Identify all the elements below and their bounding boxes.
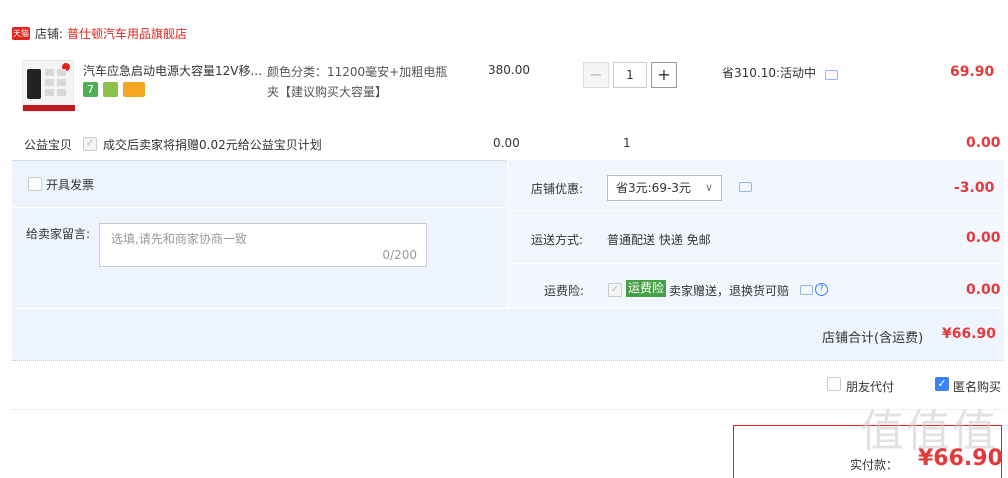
shipping-method: 普通配送 快递 免邮 <box>607 233 711 247</box>
help-icon[interactable]: ? <box>815 283 828 296</box>
promotion-text: 省310.10:活动中 <box>722 66 817 80</box>
credit-card-icon <box>123 82 145 97</box>
charity-text: 成交后卖家将捐赠0.02元给公益宝贝计划 <box>103 138 322 152</box>
payment-label: 实付款： <box>850 458 899 472</box>
sku-info: 颜色分类：11200毫安+加粗电瓶 夹【建议购买大容量】 <box>267 65 448 99</box>
store-total-label: 店铺合计(含运费) <box>822 331 924 346</box>
insurance-checkbox: ✓ <box>608 283 622 297</box>
divider <box>507 210 1004 211</box>
charity-checkbox: ✓ <box>83 137 97 151</box>
divider <box>12 207 507 208</box>
divider <box>12 409 1004 410</box>
friend-pay-checkbox[interactable] <box>827 377 841 391</box>
shipping-amount: 0.00 <box>966 230 1001 246</box>
friend-pay-label: 朋友代付 <box>846 380 895 394</box>
invoice-checkbox[interactable] <box>28 177 42 191</box>
charity-qty: 1 <box>623 136 631 150</box>
guarantee-icon <box>103 82 118 97</box>
product-thumbnail[interactable] <box>22 60 75 112</box>
payment-amount: ¥66.90 <box>918 446 1003 471</box>
insurance-amount: 0.00 <box>966 282 1001 298</box>
charity-label: 公益宝贝 <box>24 138 73 152</box>
divider <box>12 308 1004 309</box>
store-total-amount: ¥66.90 <box>942 326 997 342</box>
memo-textarea[interactable]: 选填,请先和商家协商一致 0/200 <box>99 223 427 267</box>
memo-label: 给卖家留言: <box>26 227 91 241</box>
chevron-down-icon: ∨ <box>704 181 713 194</box>
divider <box>12 360 1004 361</box>
chat-icon[interactable] <box>739 182 752 192</box>
divider <box>507 263 1004 264</box>
product-title-link[interactable]: 汽车应急启动电源大容量12V移... <box>83 62 263 79</box>
anonymous-label: 匿名购买 <box>953 380 1002 394</box>
unit-price: 380.00 <box>488 63 530 77</box>
insurance-label: 运费险: <box>544 284 585 298</box>
charity-price: 0.00 <box>493 136 520 150</box>
quantity-decrease-button[interactable]: − <box>583 62 609 88</box>
chat-icon[interactable] <box>800 285 813 295</box>
store-discount-select[interactable]: 省3元:69-3元 ∨ <box>607 175 722 201</box>
anonymous-checkbox[interactable]: ✓ <box>935 377 949 391</box>
item-subtotal: 69.90 <box>950 64 995 80</box>
store-discount-amount: -3.00 <box>954 180 995 196</box>
quantity-input[interactable]: 1 <box>613 62 647 88</box>
memo-placeholder: 选填,请先和商家协商一致 <box>111 232 247 246</box>
seven-day-return-icon: 7 <box>83 82 98 97</box>
store-label: 店铺: <box>35 27 64 41</box>
store-name-link[interactable]: 普仕顿汽车用品旗舰店 <box>67 25 187 42</box>
charity-subtotal: 0.00 <box>966 135 1001 151</box>
quantity-increase-button[interactable]: + <box>651 62 677 88</box>
shipping-label: 运送方式: <box>531 233 584 247</box>
invoice-label: 开具发票 <box>46 178 95 192</box>
chat-icon[interactable] <box>825 70 838 80</box>
insurance-tag: 运费险 <box>626 280 667 297</box>
memo-counter: 0/200 <box>382 248 417 262</box>
store-discount-label: 店铺优惠: <box>531 182 584 196</box>
insurance-text: 卖家赠送，退换货可赔 <box>669 284 790 298</box>
tmall-logo: 天猫 <box>12 27 30 40</box>
